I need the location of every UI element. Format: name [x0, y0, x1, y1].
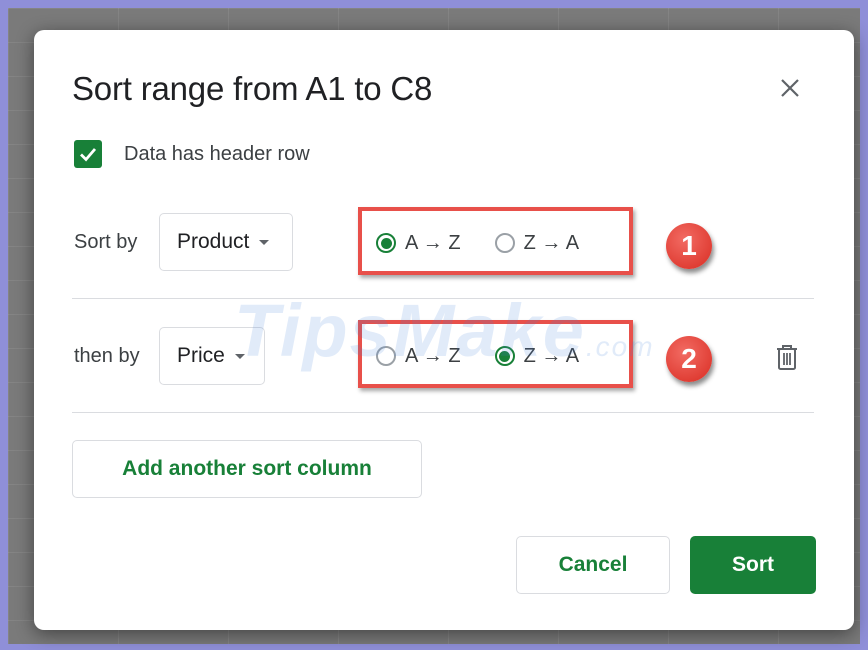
header-row-checkbox[interactable]	[74, 140, 102, 168]
radio-label: A → Z	[405, 344, 461, 367]
checkmark-icon	[80, 148, 97, 162]
then-by-column-select[interactable]: Price	[159, 327, 265, 385]
close-button[interactable]	[776, 74, 804, 102]
sort-by-column-select[interactable]: Product	[159, 213, 293, 271]
divider	[72, 298, 814, 299]
radio-label: A → Z	[405, 231, 461, 254]
then-by-order-group: A → Z Z → A	[376, 336, 613, 376]
divider	[72, 412, 814, 413]
step-badge-2: 2	[666, 336, 712, 382]
sort-by-column-value: Product	[177, 230, 250, 253]
sort-by-order-group: A → Z Z → A	[376, 223, 613, 263]
radio-label: Z → A	[523, 344, 580, 367]
close-icon	[781, 79, 799, 97]
sort-range-dialog: Sort range from A1 to C8 Data has header…	[34, 30, 854, 630]
chevron-down-icon	[234, 353, 245, 359]
radio-label: Z → A	[523, 231, 580, 254]
dialog-title: Sort range from A1 to C8	[72, 70, 433, 107]
header-row-label: Data has header row	[124, 143, 310, 165]
sort-by-radio-a-z[interactable]: A → Z	[376, 232, 461, 255]
then-by-radio-a-z[interactable]: A → Z	[376, 345, 461, 368]
sort-button[interactable]: Sort	[690, 536, 816, 594]
sort-by-label: Sort by	[74, 231, 138, 253]
radio-selected-icon	[494, 346, 515, 366]
radio-unselected-icon	[376, 346, 396, 366]
then-by-label: then by	[74, 345, 140, 367]
sort-by-radio-z-a[interactable]: Z → A	[494, 231, 580, 255]
radio-unselected-icon	[494, 233, 515, 253]
then-by-radio-z-a[interactable]: Z → A	[494, 344, 580, 368]
trash-icon	[777, 345, 797, 370]
step-badge-1: 1	[666, 223, 712, 269]
cancel-button[interactable]: Cancel	[516, 536, 670, 594]
then-by-column-value: Price	[177, 344, 225, 367]
chevron-down-icon	[259, 239, 270, 245]
delete-sort-button[interactable]	[774, 342, 800, 372]
radio-selected-icon	[376, 233, 396, 253]
add-sort-column-button[interactable]: Add another sort column	[72, 440, 422, 498]
